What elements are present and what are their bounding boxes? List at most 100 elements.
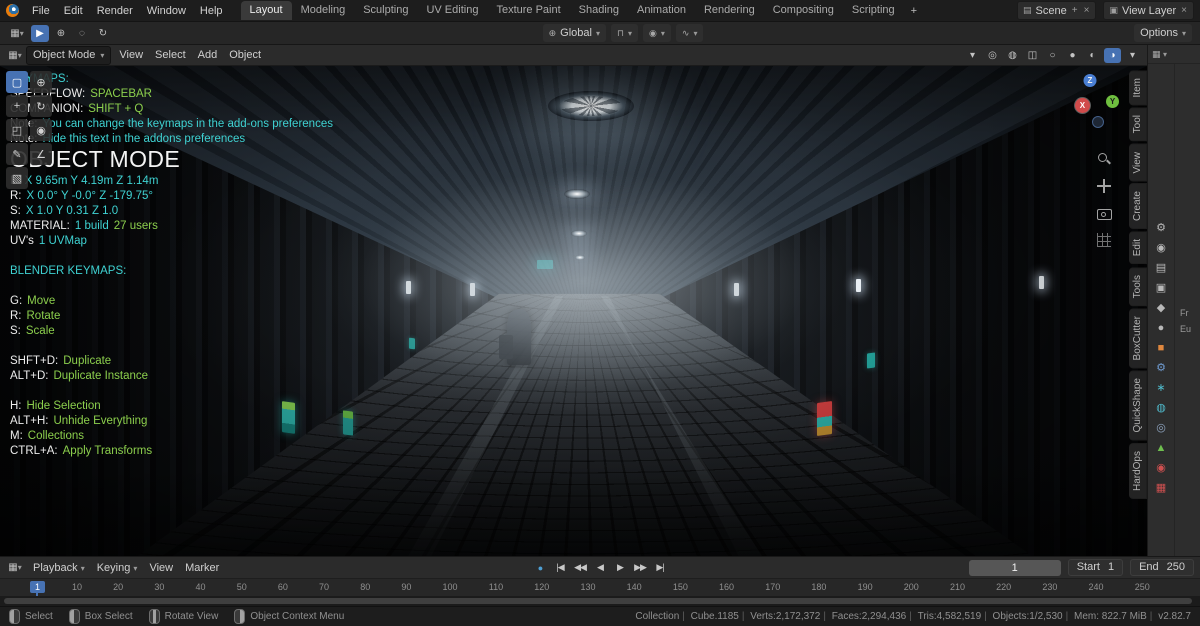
zoom-icon[interactable] <box>1097 152 1111 166</box>
navigation-gizmo[interactable]: Z Y X <box>1061 74 1119 132</box>
blender-logo-icon[interactable] <box>6 4 19 17</box>
menu-item[interactable]: Window <box>140 3 193 19</box>
timeline-scrollbar[interactable] <box>4 598 1192 604</box>
workspace-tab[interactable]: UV Editing <box>417 1 487 20</box>
annotate-tool[interactable]: ✎ <box>6 143 28 165</box>
workspace-tab[interactable]: Animation <box>628 1 695 20</box>
sidebar-tab[interactable]: Tool <box>1129 107 1147 142</box>
shading-dropdown[interactable]: ▾ <box>1124 48 1141 63</box>
view-layer-selector[interactable]: ▣ View Layer × <box>1103 1 1194 20</box>
proportional-editing-widget[interactable]: ◉ ▾ <box>643 24 671 42</box>
sidebar-tab[interactable]: Tools <box>1129 266 1147 306</box>
new-scene-icon[interactable]: + <box>1071 5 1079 16</box>
jump-to-end-button[interactable]: ▶| <box>651 560 670 576</box>
timeline-menu-item[interactable]: Marker <box>179 560 225 576</box>
auto-keying-toggle[interactable]: ● <box>531 560 550 576</box>
editor-type-dropdown[interactable]: ▦ ▾ <box>8 25 26 42</box>
workspace-tab[interactable]: Shading <box>570 1 628 20</box>
scene-properties-icon[interactable]: ◆ <box>1157 302 1165 314</box>
object-properties-icon[interactable]: ■ <box>1158 342 1165 354</box>
overlays-toggle[interactable]: ◍ <box>1004 48 1021 63</box>
remove-view-layer-icon[interactable]: × <box>1180 5 1188 16</box>
shading-wireframe-button[interactable]: ○ <box>1044 48 1061 63</box>
move-view-icon[interactable] <box>1097 179 1111 193</box>
menu-item[interactable]: Help <box>193 3 230 19</box>
workspace-tab[interactable]: Compositing <box>764 1 843 20</box>
select-circle-icon[interactable]: ◌ <box>73 25 91 42</box>
scale-tool[interactable]: ◰ <box>6 119 28 141</box>
properties-editor-type-dropdown[interactable]: ▦ ▾ <box>1152 49 1167 60</box>
cursor-tool[interactable]: ⊕ <box>30 71 52 93</box>
measure-tool[interactable]: ∠ <box>30 143 52 165</box>
timeline-menu-item[interactable]: View <box>143 560 179 576</box>
xray-toggle[interactable]: ◫ <box>1024 48 1041 63</box>
timeline-menu-item[interactable]: Playback ▾ <box>27 560 91 576</box>
workspace-tab[interactable]: Layout <box>240 1 292 20</box>
unlink-scene-icon[interactable]: × <box>1083 5 1091 16</box>
transform-tool[interactable]: ◉ <box>30 119 52 141</box>
next-keyframe-button[interactable]: ▶▶ <box>631 560 650 576</box>
prev-keyframe-button[interactable]: ◀◀ <box>571 560 590 576</box>
workspace-tab[interactable]: Modeling <box>292 1 355 20</box>
viewport-menu-item[interactable]: Add <box>192 47 224 63</box>
workspace-tab[interactable]: Rendering <box>695 1 764 20</box>
shading-rendered-button[interactable]: ◑ <box>1104 47 1121 63</box>
workspace-tab[interactable]: Scripting <box>843 1 904 20</box>
viewport-editor-type-dropdown[interactable]: ▦ ▾ <box>6 47 24 64</box>
axis-y-handle[interactable]: Y <box>1106 94 1119 108</box>
play-reverse-button[interactable]: ◀ <box>591 560 610 576</box>
timeline-ruler[interactable]: 1 10 20 30 40 50 60 70 80 90 100 110 120 130 140 150 16… <box>0 578 1200 596</box>
shading-material-button[interactable]: ◐ <box>1084 48 1101 63</box>
camera-view-icon[interactable] <box>1097 206 1112 220</box>
current-frame-field[interactable]: 1 <box>968 559 1061 576</box>
workspace-tab[interactable]: Sculpting <box>354 1 417 20</box>
axis-z-handle[interactable]: Z <box>1083 74 1097 87</box>
menu-item[interactable]: File <box>25 3 57 19</box>
menu-item[interactable]: Edit <box>57 3 90 19</box>
render-properties-icon[interactable]: ◉ <box>1156 242 1166 254</box>
workspace-tab[interactable]: Texture Paint <box>487 1 569 20</box>
gizmos-toggle[interactable]: ◎ <box>984 48 1001 63</box>
sidebar-tab[interactable]: BoxCutter <box>1129 307 1147 369</box>
material-properties-icon[interactable]: ◉ <box>1156 462 1166 474</box>
modifier-properties-icon[interactable]: ⚙ <box>1156 362 1166 374</box>
viewport-menu-item[interactable]: Select <box>149 47 192 63</box>
play-button[interactable]: ▶ <box>611 560 630 576</box>
perspective-toggle-icon[interactable] <box>1097 233 1111 247</box>
viewport-menu-item[interactable]: Object <box>223 47 267 63</box>
active-tool-select-button[interactable]: ▶ <box>31 24 49 42</box>
falloff-widget[interactable]: ∿ ▾ <box>675 24 704 42</box>
mode-dropdown[interactable]: Object Mode ▾ <box>26 45 112 65</box>
tool-properties-icon[interactable]: ⚙ <box>1156 222 1166 234</box>
sidebar-tab[interactable]: QuickShape <box>1129 370 1147 441</box>
menu-item[interactable]: Render <box>90 3 140 19</box>
sidebar-tab[interactable]: HardOps <box>1129 442 1147 499</box>
timeline-menu-item[interactable]: Keying ▾ <box>91 560 144 576</box>
output-properties-icon[interactable]: ▤ <box>1156 262 1166 274</box>
transform-orientation-dropdown[interactable]: ⊕ Global ▾ <box>542 24 606 42</box>
viewport-menu-item[interactable]: View <box>113 47 149 63</box>
scene-selector[interactable]: ▤ Scene + × <box>1017 1 1097 20</box>
add-workspace-button[interactable]: + <box>905 3 923 19</box>
sidebar-tab[interactable]: Create <box>1129 183 1147 230</box>
physics-properties-icon[interactable]: ◍ <box>1156 402 1166 414</box>
move-tool[interactable]: + <box>6 95 28 117</box>
jump-to-start-button[interactable]: |◀ <box>551 560 570 576</box>
options-dropdown[interactable]: Options ▾ <box>1134 24 1192 42</box>
sidebar-tab[interactable]: Item <box>1129 70 1147 106</box>
snap-widget[interactable]: ⊓ ▾ <box>610 24 639 42</box>
sidebar-tab[interactable]: View <box>1129 143 1147 182</box>
add-cube-tool[interactable]: ▧ <box>6 167 28 189</box>
texture-properties-icon[interactable]: ▦ <box>1156 482 1166 494</box>
view-layer-properties-icon[interactable]: ▣ <box>1156 282 1166 294</box>
tweak-tool-icon[interactable]: ⊕ <box>52 25 70 42</box>
object-visibility-dropdown[interactable]: ▾ <box>964 48 981 63</box>
playhead-frame-badge[interactable]: 1 <box>30 581 46 593</box>
select-box-tool[interactable]: ▢ <box>6 71 28 93</box>
viewport-canvas[interactable]: KEYMAPS: SPEEDFLOW: SPACEBAR COMPANION: <box>0 66 1147 556</box>
sidebar-tab[interactable]: Edit <box>1129 231 1147 265</box>
select-lasso-icon[interactable]: ↻ <box>94 25 112 42</box>
frame-end-field[interactable]: End 250 <box>1130 559 1194 576</box>
shading-solid-button[interactable]: ● <box>1064 48 1081 63</box>
world-properties-icon[interactable]: ● <box>1158 322 1165 334</box>
